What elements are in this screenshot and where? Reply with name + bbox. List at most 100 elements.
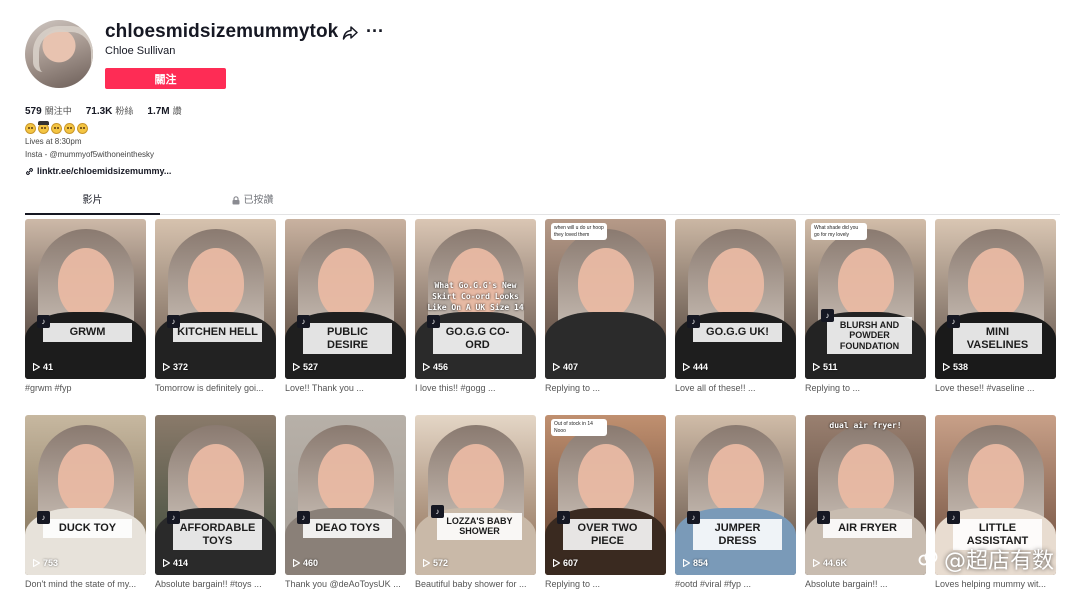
video-overlay-text: dual air fryer! xyxy=(829,421,902,430)
video-description[interactable]: Replying to ... xyxy=(805,383,926,393)
stat-following[interactable]: 579 關注中 xyxy=(25,104,72,117)
video-description[interactable]: Thank you @deAoToysUK ... xyxy=(285,579,406,589)
video-description[interactable]: #grwm #fyp xyxy=(25,383,146,393)
video-description[interactable]: Love all of these!! ... xyxy=(675,383,796,393)
thumbnail-art xyxy=(707,443,764,514)
thumbnail-art xyxy=(317,247,374,318)
play-icon xyxy=(683,559,690,567)
video-card[interactable]: What shade did you go for my lovely BLURS… xyxy=(805,219,926,393)
thumbnail-art xyxy=(837,247,894,318)
tiktok-logo-icon: ♪ xyxy=(687,511,700,524)
tiktok-logo-icon: ♪ xyxy=(167,511,180,524)
more-options-icon[interactable]: ··· xyxy=(366,22,384,40)
view-count: 444 xyxy=(683,362,708,372)
video-card[interactable]: KITCHEN HELL ♪ 372 Tomorrow is definitely g… xyxy=(155,219,276,393)
profile-link[interactable]: linktr.ee/chloemidsizemummy... xyxy=(25,166,171,176)
video-thumbnail[interactable]: What shade did you go for my lovely BLURS… xyxy=(805,219,926,379)
video-description[interactable]: I love this!! #gogg ... xyxy=(415,383,536,393)
view-count-value: 407 xyxy=(563,362,579,372)
video-card[interactable]: DUCK TOY ♪ 753 Don't mind the state of my..… xyxy=(25,415,146,589)
play-icon xyxy=(813,559,820,567)
nickname: Chloe Sullivan xyxy=(105,45,176,57)
video-card[interactable]: Out of stock in 14 Nooo OVER TWO PIECE ♪ 60… xyxy=(545,415,666,589)
reply-comment-bubble: when will u do ur hoop they loved them xyxy=(551,223,607,240)
tiktok-logo-icon: ♪ xyxy=(821,309,834,322)
video-thumbnail[interactable]: GRWM ♪ 41 xyxy=(25,219,146,379)
video-caption: BLURSH AND POWDER FOUNDATION xyxy=(827,317,912,355)
thumbnail-art xyxy=(967,247,1024,318)
stat-followers[interactable]: 71.3K 粉絲 xyxy=(86,104,134,117)
thumbnail-art xyxy=(837,443,894,514)
avatar[interactable] xyxy=(25,20,93,88)
tiktok-logo-icon: ♪ xyxy=(427,315,440,328)
video-card[interactable]: JUMPER DRESS ♪ 854 #ootd #viral #fyp ... xyxy=(675,415,796,589)
tab-videos[interactable]: 影片 xyxy=(25,193,160,215)
video-thumbnail[interactable]: What Go.G.G's New Skirt Co-ord Looks Lik… xyxy=(415,219,536,379)
video-caption: AIR FRYER xyxy=(823,519,912,538)
video-thumbnail[interactable]: DEAO TOYS ♪ 460 xyxy=(285,415,406,575)
video-thumbnail[interactable]: when will u do ur hoop they loved them 40… xyxy=(545,219,666,379)
view-count: 538 xyxy=(943,362,968,372)
video-thumbnail[interactable]: MINI VASELINES ♪ 538 xyxy=(935,219,1056,379)
video-thumbnail[interactable]: PUBLIC DESIRE ♪ 527 xyxy=(285,219,406,379)
link-icon xyxy=(26,167,33,175)
video-description[interactable]: #ootd #viral #fyp ... xyxy=(675,579,796,589)
stat-likes: 1.7M 讚 xyxy=(147,104,181,117)
video-thumbnail[interactable]: Out of stock in 14 Nooo OVER TWO PIECE ♪ 60… xyxy=(545,415,666,575)
video-description[interactable]: Loves helping mummy wit... xyxy=(935,579,1056,589)
follow-button[interactable]: 關注 xyxy=(105,68,226,89)
video-card[interactable]: PUBLIC DESIRE ♪ 527 Love!! Thank you ... xyxy=(285,219,406,393)
video-thumbnail[interactable]: DUCK TOY ♪ 753 xyxy=(25,415,146,575)
share-icon[interactable] xyxy=(342,25,358,41)
tab-label: 已按讚 xyxy=(243,195,274,206)
username: chloesmidsizemummytok xyxy=(105,21,339,42)
video-description[interactable]: Love!! Thank you ... xyxy=(285,383,406,393)
video-thumbnail[interactable]: JUMPER DRESS ♪ 854 xyxy=(675,415,796,575)
profile-stats: 579 關注中 71.3K 粉絲 1.7M 讚 xyxy=(25,104,182,117)
video-description[interactable]: Beautiful baby shower for ... xyxy=(415,579,536,589)
emoji-icon xyxy=(77,123,88,134)
video-card[interactable]: when will u do ur hoop they loved them 40… xyxy=(545,219,666,393)
play-icon xyxy=(553,363,560,371)
video-description[interactable]: Love these!! #vaseline ... xyxy=(935,383,1056,393)
video-card[interactable]: MINI VASELINES ♪ 538 Love these!! #vaseline… xyxy=(935,219,1056,393)
play-icon xyxy=(553,559,560,567)
video-card[interactable]: dual air fryer! AIR FRYER ♪ 44.6K Absolute b… xyxy=(805,415,926,589)
video-thumbnail[interactable]: LOZZA'S BABY SHOWER ♪ 572 xyxy=(415,415,536,575)
video-thumbnail[interactable]: KITCHEN HELL ♪ 372 xyxy=(155,219,276,379)
video-card[interactable]: What Go.G.G's New Skirt Co-ord Looks Lik… xyxy=(415,219,536,393)
video-card[interactable]: GRWM ♪ 41 #grwm #fyp xyxy=(25,219,146,393)
view-count-value: 460 xyxy=(303,558,319,568)
stat-label: 關注中 xyxy=(44,107,72,117)
video-description[interactable]: Don't mind the state of my... xyxy=(25,579,146,589)
view-count: 44.6K xyxy=(813,558,847,568)
view-count-value: 607 xyxy=(563,558,579,568)
tab-liked[interactable]: 已按讚 xyxy=(185,193,320,215)
thumbnail-art xyxy=(447,443,504,514)
video-card[interactable]: LOZZA'S BABY SHOWER ♪ 572 Beautiful baby sh… xyxy=(415,415,536,589)
video-thumbnail[interactable]: AFFORDABLE TOYS ♪ 414 xyxy=(155,415,276,575)
video-thumbnail[interactable]: GO.G.G UK! ♪ 444 xyxy=(675,219,796,379)
video-description[interactable]: Replying to ... xyxy=(545,579,666,589)
video-thumbnail[interactable]: dual air fryer! AIR FRYER ♪ 44.6K xyxy=(805,415,926,575)
video-card[interactable]: GO.G.G UK! ♪ 444 Love all of these!! ... xyxy=(675,219,796,393)
tiktok-logo-icon: ♪ xyxy=(297,511,310,524)
tiktok-logo-icon: ♪ xyxy=(687,315,700,328)
video-description[interactable]: Tomorrow is definitely goi... xyxy=(155,383,276,393)
view-count-value: 372 xyxy=(173,362,189,372)
video-overlay-text: What Go.G.G's New Skirt Co-ord Looks Lik… xyxy=(427,281,524,312)
emoji-icon xyxy=(64,123,75,134)
thumbnail-art xyxy=(57,247,114,318)
video-description[interactable]: Absolute bargain!! #toys ... xyxy=(155,579,276,589)
view-count-value: 538 xyxy=(953,362,969,372)
video-card[interactable]: DEAO TOYS ♪ 460 Thank you @deAoToysUK ... xyxy=(285,415,406,589)
video-description[interactable]: Absolute bargain!! ... xyxy=(805,579,926,589)
view-count-value: 527 xyxy=(303,362,319,372)
video-caption: MINI VASELINES xyxy=(953,323,1042,355)
video-description[interactable]: Replying to ... xyxy=(545,383,666,393)
video-caption: OVER TWO PIECE xyxy=(563,519,652,551)
video-card[interactable]: AFFORDABLE TOYS ♪ 414 Absolute bargain!! #t… xyxy=(155,415,276,589)
video-caption: PUBLIC DESIRE xyxy=(303,323,392,355)
view-count-value: 444 xyxy=(693,362,709,372)
video-caption: DUCK TOY xyxy=(43,519,132,538)
